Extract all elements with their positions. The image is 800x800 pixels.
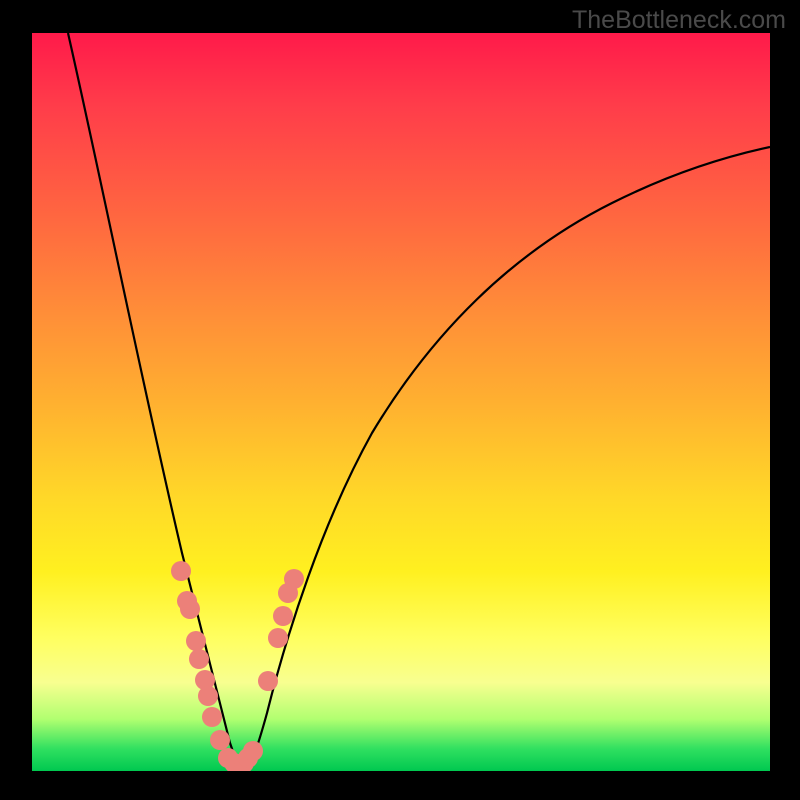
chart-frame: TheBottleneck.com [0, 0, 800, 800]
plot-area [32, 33, 770, 771]
watermark-text: TheBottleneck.com [572, 6, 786, 35]
